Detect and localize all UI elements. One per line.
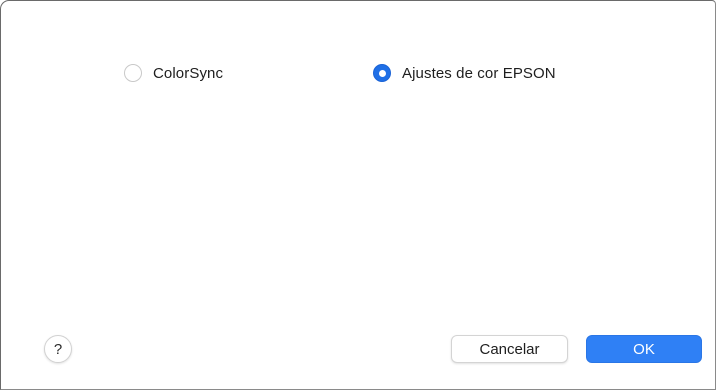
radio-epson-color-settings[interactable]: Ajustes de cor EPSON bbox=[373, 64, 556, 82]
ok-button[interactable]: OK bbox=[586, 335, 702, 363]
radio-colorsync[interactable]: ColorSync bbox=[124, 64, 223, 82]
print-color-dialog: ColorSync Ajustes de cor EPSON ? Cancela… bbox=[0, 0, 716, 390]
help-button[interactable]: ? bbox=[44, 335, 72, 363]
cancel-button[interactable]: Cancelar bbox=[451, 335, 568, 363]
radio-button-unselected-icon[interactable] bbox=[124, 64, 142, 82]
radio-dot bbox=[378, 69, 386, 77]
radio-colorsync-label: ColorSync bbox=[153, 64, 224, 82]
radio-button-selected-icon[interactable] bbox=[373, 64, 391, 82]
radio-epson-color-settings-label: Ajustes de cor EPSON bbox=[402, 64, 556, 82]
question-mark-icon: ? bbox=[53, 340, 63, 358]
